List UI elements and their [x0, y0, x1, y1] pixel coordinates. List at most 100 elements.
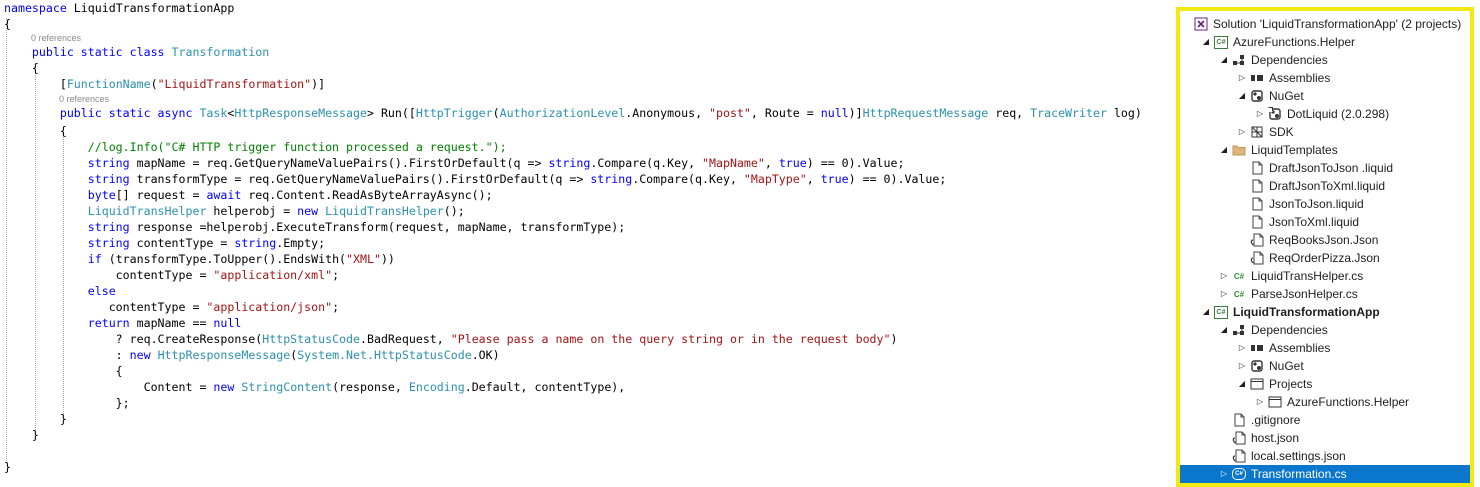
tree-item-label: Assemblies — [1269, 71, 1331, 85]
code-line[interactable]: contentType = "application/xml"; — [4, 267, 339, 283]
code-line[interactable]: ? req.CreateResponse(HttpStatusCode.BadR… — [4, 331, 898, 347]
code-line[interactable]: byte[] request = await req.Content.ReadA… — [4, 187, 493, 203]
tree-item-dependencies[interactable]: ◢ Dependencies — [1180, 321, 1470, 339]
code-line[interactable]: [FunctionName("LiquidTransformation")] — [4, 76, 325, 92]
tree-item-projects[interactable]: ◢ Projects — [1180, 375, 1470, 393]
code-token: //log.Info("C# HTTP trigger function pro… — [4, 140, 507, 154]
expand-arrow-icon[interactable]: ▷ — [1218, 465, 1230, 483]
code-line[interactable]: : new HttpResponseMessage(System.Net.Htt… — [4, 347, 500, 363]
tree-item-liquidtemplates[interactable]: ◢ LiquidTemplates — [1180, 141, 1470, 159]
tree-item-azurefunctions-helper[interactable]: ◢ C# AzureFunctions.Helper — [1180, 33, 1470, 51]
code-editor[interactable]: namespace LiquidTransformationApp{ publi… — [0, 0, 1170, 486]
code-line[interactable]: public static class Transformation — [4, 44, 269, 60]
code-token: )] — [848, 106, 863, 120]
code-token: (); — [443, 204, 465, 218]
code-token: contentType = — [4, 300, 207, 314]
code-line[interactable]: string contentType = string.Empty; — [4, 235, 325, 251]
code-line[interactable]: contentType = "application/json"; — [4, 299, 339, 315]
collapse-arrow-icon[interactable]: ◢ — [1218, 141, 1230, 159]
tree-item-assemblies[interactable]: ▷ Assemblies — [1180, 339, 1470, 357]
code-token: LiquidTransHelper — [325, 204, 444, 218]
code-token: } — [4, 460, 11, 474]
code-line[interactable]: //log.Info("C# HTTP trigger function pro… — [4, 139, 507, 155]
code-line[interactable]: LiquidTransHelper helperobj = new Liquid… — [4, 203, 465, 219]
tree-item-dotliquid-2-0-298[interactable]: ▷ DotLiquid (2.0.298) — [1180, 105, 1470, 123]
code-line[interactable]: return mapName == null — [4, 315, 242, 331]
tree-item-azurefunctions-helper[interactable]: ▷ AzureFunctions.Helper — [1180, 393, 1470, 411]
code-line[interactable]: string mapName = req.GetQueryNameValuePa… — [4, 155, 905, 171]
expand-arrow-icon[interactable]: ▷ — [1218, 285, 1230, 303]
collapse-arrow-icon[interactable]: ◢ — [1200, 33, 1212, 51]
code-line[interactable]: { — [4, 363, 123, 379]
tree-item-assemblies[interactable]: ▷ Assemblies — [1180, 69, 1470, 87]
code-lens-references[interactable]: 0 references — [59, 93, 109, 105]
code-line[interactable]: else — [4, 283, 116, 299]
code-line[interactable]: { — [4, 16, 11, 32]
collapse-arrow-icon[interactable]: ◢ — [1218, 51, 1230, 69]
code-line[interactable]: namespace LiquidTransformationApp — [4, 0, 234, 16]
tree-item-dependencies[interactable]: ◢ Dependencies — [1180, 51, 1470, 69]
expand-arrow-icon[interactable]: ▷ — [1218, 267, 1230, 285]
code-line[interactable]: { — [4, 60, 39, 76]
code-line[interactable]: string response =helperobj.ExecuteTransf… — [4, 219, 625, 235]
code-line[interactable]: } — [4, 459, 11, 475]
tree-item-draftjsontoxml-liquid[interactable]: DraftJsonToXml.liquid — [1180, 177, 1470, 195]
tree-item-host-json[interactable]: host.json — [1180, 429, 1470, 447]
tree-item-nuget[interactable]: ◢ NuGet — [1180, 87, 1470, 105]
dependencies-icon — [1232, 323, 1246, 337]
expand-arrow-icon[interactable]: ▷ — [1236, 357, 1248, 375]
tree-item-label: LiquidTransHelper.cs — [1251, 269, 1364, 283]
tree-item-reqorderpizza-json[interactable]: ReqOrderPizza.Json — [1180, 249, 1470, 267]
expand-arrow-icon[interactable]: ▷ — [1236, 123, 1248, 141]
tree-item-label: ParseJsonHelper.cs — [1251, 287, 1358, 301]
tree-item-liquidtranshelper-cs[interactable]: ▷ C# LiquidTransHelper.cs — [1180, 267, 1470, 285]
project-ref-icon — [1268, 395, 1282, 409]
csharp-project-icon: C# — [1214, 35, 1228, 49]
code-line[interactable]: string transformType = req.GetQueryNameV… — [4, 171, 947, 187]
code-token: } — [4, 412, 67, 426]
code-line[interactable]: { — [4, 123, 67, 139]
tree-item-label: DotLiquid (2.0.298) — [1287, 107, 1390, 121]
tree-item-jsontojson-liquid[interactable]: JsonToJson.liquid — [1180, 195, 1470, 213]
expand-arrow-icon[interactable]: ▷ — [1236, 339, 1248, 357]
package-icon — [1268, 107, 1282, 121]
tree-item-local-settings-json[interactable]: local.settings.json — [1180, 447, 1470, 465]
expand-arrow-icon[interactable]: ▷ — [1254, 105, 1266, 123]
code-line[interactable]: public static async Task<HttpResponseMes… — [4, 105, 1142, 121]
code-lens-references[interactable]: 0 references — [31, 32, 81, 44]
solution-explorer[interactable]: Solution 'LiquidTransformationApp' (2 pr… — [1176, 7, 1474, 487]
file-icon — [1250, 215, 1264, 229]
tree-item-parsejsonhelper-cs[interactable]: ▷ C# ParseJsonHelper.cs — [1180, 285, 1470, 303]
code-line[interactable]: Content = new StringContent(response, En… — [4, 379, 626, 395]
expand-arrow-icon[interactable]: ▷ — [1254, 393, 1266, 411]
collapse-arrow-icon[interactable]: ◢ — [1218, 321, 1230, 339]
tree-item-gitignore[interactable]: .gitignore — [1180, 411, 1470, 429]
tree-item-jsontoxml-liquid[interactable]: JsonToXml.liquid — [1180, 213, 1470, 231]
code-line[interactable]: } — [4, 411, 67, 427]
expand-arrow-icon[interactable]: ▷ — [1236, 69, 1248, 87]
tree-item-label: JsonToJson.liquid — [1269, 197, 1364, 211]
code-token: HttpResponseMessage — [157, 348, 291, 362]
tree-item-solution-liquidtransformationapp-2-projects[interactable]: Solution 'LiquidTransformationApp' (2 pr… — [1180, 15, 1470, 33]
tree-item-liquidtransformationapp[interactable]: ◢ C# LiquidTransformationApp — [1180, 303, 1470, 321]
tree-item-sdk[interactable]: ▷ SDK — [1180, 123, 1470, 141]
collapse-arrow-icon[interactable]: ◢ — [1236, 87, 1248, 105]
code-token: else — [4, 284, 116, 298]
tree-item-label: DraftJsonToXml.liquid — [1269, 179, 1386, 193]
code-token: Content = — [4, 380, 214, 394]
code-line[interactable]: } — [4, 427, 39, 443]
file-icon — [1250, 161, 1264, 175]
code-line[interactable]: }; — [4, 395, 130, 411]
projects-icon — [1250, 377, 1264, 391]
code-token: )] — [311, 77, 326, 91]
collapse-arrow-icon[interactable]: ◢ — [1236, 375, 1248, 393]
tree-item-reqbooksjson-json[interactable]: ReqBooksJson.Json — [1180, 231, 1470, 249]
tree-item-transformation-cs[interactable]: ▷ C# Transformation.cs — [1180, 465, 1470, 483]
code-token: ; — [332, 300, 340, 314]
code-token: new — [129, 348, 151, 362]
collapse-arrow-icon[interactable]: ◢ — [1200, 303, 1212, 321]
tree-item-draftjsontojson-liquid[interactable]: DraftJsonToJson .liquid — [1180, 159, 1470, 177]
code-token: ( — [150, 77, 158, 91]
tree-item-nuget[interactable]: ▷ NuGet — [1180, 357, 1470, 375]
code-line[interactable]: if (transformType.ToUpper().EndsWith("XM… — [4, 251, 395, 267]
